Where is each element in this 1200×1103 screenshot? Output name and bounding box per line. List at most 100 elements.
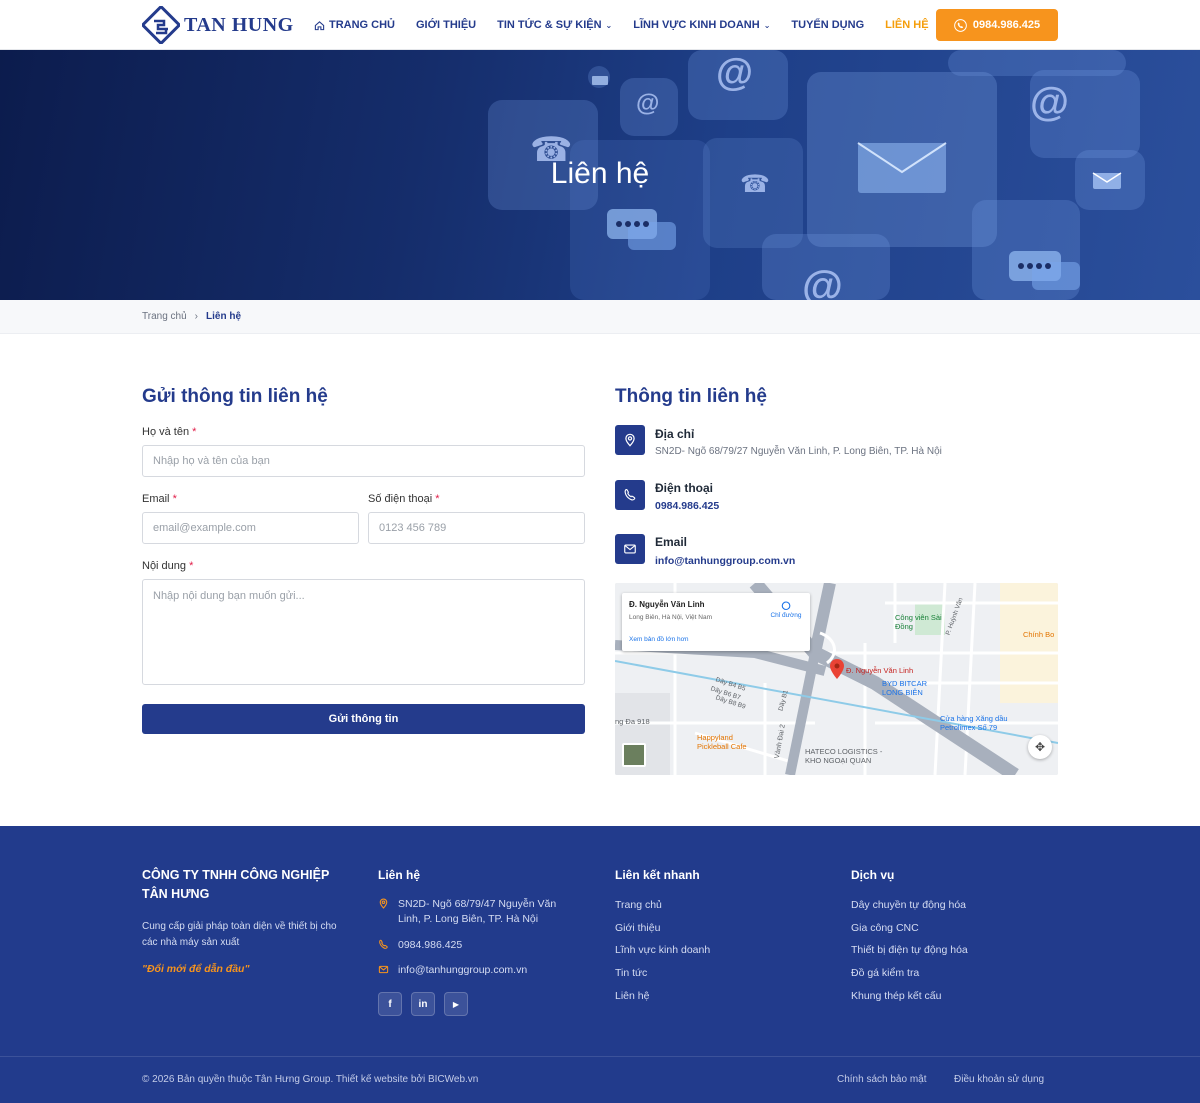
nav-news-label: TIN TỨC & SỰ KIỆN [497, 19, 602, 31]
linkedin-button[interactable]: in [411, 992, 435, 1016]
footer-divider [0, 1056, 1200, 1057]
map-label-chinh-bo: Chính Bo [1023, 630, 1055, 639]
footer-services-title: Dịch vụ [851, 868, 895, 882]
map-pin-label: Đ. Nguyễn Văn Linh [846, 666, 914, 675]
google-map[interactable]: Đ. Nguyễn Văn Linh Long Biên, Hà Nội, Vi… [615, 583, 1058, 775]
footer-terms-link[interactable]: Điều khoản sử dụng [954, 1074, 1044, 1085]
phone-input[interactable]: 0123 456 789 [368, 512, 585, 544]
chevron-down-icon: ⌄ [763, 20, 771, 30]
at-sign-icon: @ [636, 90, 660, 117]
location-icon [378, 897, 398, 927]
logo-mark-icon [142, 6, 180, 44]
footer-contact-title: Liên hệ [378, 868, 421, 882]
footer-link-news[interactable]: Tin tức [615, 967, 647, 979]
facebook-button[interactable]: f [378, 992, 402, 1016]
chevron-right-icon: › [194, 311, 198, 322]
required-mark: * [435, 493, 440, 505]
address-value: SN2D- Ngõ 68/79/27 Nguyễn Văn Linh, P. L… [655, 446, 942, 457]
footer-phone-text: 0984.986.425 [398, 939, 463, 951]
footer-address-text: SN2D- Ngõ 68/79/47 Nguyễn Văn Linh, P. L… [398, 898, 557, 925]
map-layer-thumbnail[interactable] [622, 743, 646, 767]
name-input[interactable]: Nhập họ và tên của bạn [142, 445, 585, 477]
map-place-name: Đ. Nguyễn Văn Linh [629, 600, 705, 609]
footer-link-about[interactable]: Giới thiệu [615, 922, 660, 934]
nav-business[interactable]: LĨNH VỰC KINH DOANH ⌄ [633, 19, 770, 31]
email-icon [378, 963, 398, 980]
footer-address: SN2D- Ngõ 68/79/47 Nguyễn Văn Linh, P. L… [378, 897, 578, 927]
required-mark: * [172, 493, 177, 505]
footer-service-item[interactable]: Thiết bị điện tự động hóa [851, 944, 968, 956]
email-label: Email * [142, 493, 177, 505]
footer-phone[interactable]: 0984.986.425 [378, 938, 462, 955]
phone-icon [378, 938, 398, 955]
nav-about-label: GIỚI THIỆU [416, 19, 477, 31]
youtube-button[interactable]: ▶ [444, 992, 468, 1016]
footer-email[interactable]: info@tanhunggroup.com.vn [378, 963, 527, 980]
map-label-happyland: Happyland Pickleball Cafe [697, 733, 747, 751]
submit-button[interactable]: Gửi thông tin [142, 704, 585, 734]
nav-home[interactable]: TRANG CHỦ [314, 19, 395, 31]
phone-value[interactable]: 0984.986.425 [655, 500, 719, 512]
phone-label: Số điện thoại * [368, 493, 440, 505]
location-icon [615, 425, 645, 455]
email-title: Email [655, 535, 688, 549]
envelope-icon [592, 76, 608, 85]
nav-contact[interactable]: LIÊN HỆ [885, 19, 928, 31]
footer-service-item[interactable]: Gia công CNC [851, 922, 919, 934]
footer-email-text: info@tanhunggroup.com.vn [398, 964, 528, 976]
at-sign-icon: @ [716, 52, 754, 94]
footer-link-business[interactable]: Lĩnh vực kinh doanh [615, 944, 710, 956]
nav-home-label: TRANG CHỦ [329, 19, 395, 31]
footer-link-home[interactable]: Trang chủ [615, 899, 662, 911]
footer-service-item[interactable]: Dây chuyền tự động hóa [851, 899, 966, 911]
map-place-sub: Long Biên, Hà Nội, Việt Nam [629, 614, 712, 621]
email-label-text: Email [142, 493, 170, 505]
form-title: Gửi thông tin liên hệ [142, 386, 328, 407]
map-label-petrolimex: Cửa hàng Xăng dầu Petrolimex Số 79 [940, 714, 1008, 732]
phone-button-label: 0984.986.425 [972, 19, 1041, 31]
footer-privacy-link[interactable]: Chính sách bảo mật [837, 1074, 927, 1085]
site-header: TAN HUNG TRANG CHỦ GIỚI THIỆU TIN TỨC & … [0, 0, 1200, 50]
phone-icon [615, 480, 645, 510]
footer-company-name: CÔNG TY TNHH CÔNG NGHIỆP TÂN HƯNG [142, 868, 330, 901]
at-sign-icon: @ [802, 262, 843, 300]
logo[interactable]: TAN HUNG [142, 6, 294, 44]
required-mark: * [189, 560, 194, 572]
email-input[interactable]: email@example.com [142, 512, 359, 544]
site-footer: CÔNG TY TNHH CÔNG NGHIỆP TÂN HƯNG Cung c… [0, 826, 1200, 1103]
footer-quick-title: Liên kết nhanh [615, 868, 700, 882]
breadcrumb: Trang chủ › Liên hệ [0, 300, 1200, 334]
hero-banner: @ @ @ @ ☎ ☎ Liên hệ [0, 50, 1200, 300]
map-larger-link[interactable]: Xem bản đồ lớn hơn [629, 636, 688, 643]
name-label-text: Họ và tên [142, 426, 190, 438]
map-directions-button[interactable]: ⭘ Chỉ đường [768, 600, 804, 619]
footer-service-item[interactable]: Đồ gá kiểm tra [851, 967, 919, 979]
nav-about[interactable]: GIỚI THIỆU [416, 19, 476, 31]
footer-service-item[interactable]: Khung thép kết cấu [851, 990, 942, 1002]
info-title: Thông tin liên hệ [615, 386, 767, 407]
footer-copyright: © 2026 Bản quyền thuộc Tân Hưng Group. T… [142, 1074, 479, 1085]
phone-call-button[interactable]: 0984.986.425 [936, 9, 1058, 41]
home-icon [314, 20, 325, 30]
map-fullscreen-button[interactable]: ✥ [1028, 735, 1052, 759]
phone-label-text: Số điện thoại [368, 493, 433, 505]
nav-business-label: LĨNH VỰC KINH DOANH [633, 19, 760, 31]
map-label-park: Công viên Sài Đồng [895, 613, 942, 631]
footer-link-contact[interactable]: Liên hệ [615, 990, 649, 1002]
name-label: Họ và tên * [142, 426, 196, 438]
content-textarea[interactable]: Nhập nội dung bạn muốn gửi... [142, 579, 585, 685]
linkedin-icon: in [418, 998, 428, 1010]
content-label-text: Nội dung [142, 560, 187, 572]
move-icon: ✥ [1034, 740, 1046, 754]
chat-bubble-icon [607, 209, 676, 250]
nav-careers[interactable]: TUYỂN DỤNG [791, 19, 864, 31]
breadcrumb-home[interactable]: Trang chủ [142, 311, 187, 322]
main-nav: TRANG CHỦ GIỚI THIỆU TIN TỨC & SỰ KIỆN ⌄ … [314, 0, 950, 50]
map-label-road: ng Đa 918 [615, 717, 650, 726]
facebook-icon: f [388, 998, 392, 1010]
nav-news[interactable]: TIN TỨC & SỰ KIỆN ⌄ [497, 19, 612, 31]
breadcrumb-current: Liên hệ [206, 311, 242, 322]
email-value[interactable]: info@tanhunggroup.com.vn [655, 555, 795, 567]
phone-icon [954, 18, 967, 32]
logo-text: TAN HUNG [184, 13, 294, 36]
